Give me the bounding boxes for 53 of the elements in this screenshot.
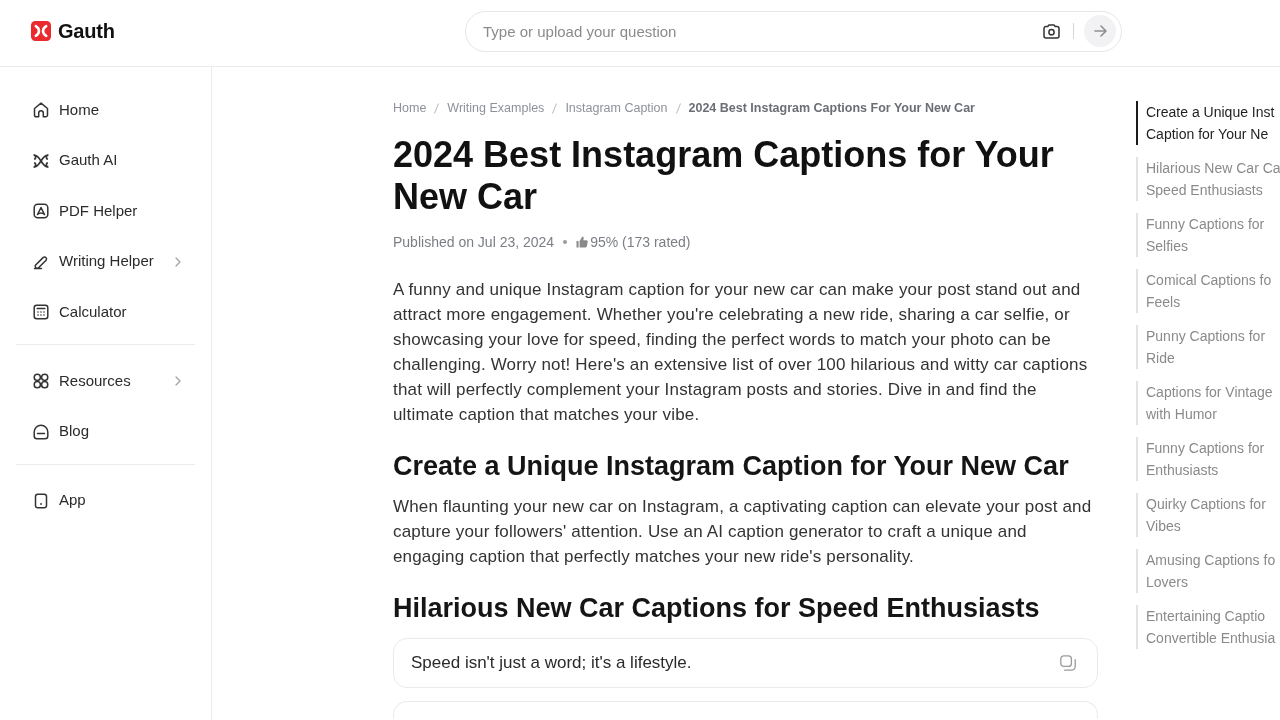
publish-date: Published on Jul 23, 2024 — [393, 232, 555, 252]
toc-link[interactable]: Create a Unique Inst Caption for Your Ne — [1136, 101, 1280, 145]
arrow-right-icon[interactable] — [1093, 25, 1107, 37]
search-field[interactable]: Type or upload your question — [465, 10, 1122, 52]
sidebar-item[interactable]: Home — [16, 90, 195, 130]
slash-icon — [675, 102, 681, 114]
chevron-right-icon[interactable] — [175, 256, 181, 267]
toc-link[interactable]: Punny Captions for Ride — [1136, 325, 1280, 369]
letter-a-icon — [33, 203, 49, 219]
pen-icon — [33, 253, 49, 270]
section-heading: Create a Unique Instagram Caption for Your New Car — [393, 450, 1070, 483]
x-shape-icon — [33, 152, 49, 169]
sidebar-item[interactable]: Blog — [16, 411, 195, 452]
toc-link[interactable]: Amusing Captions fo Lovers — [1136, 549, 1280, 593]
breadcrumb-link[interactable]: Home — [393, 98, 427, 118]
sidebar-item[interactable]: App — [16, 480, 195, 521]
toc-link[interactable]: Comical Captions fo Feels — [1136, 269, 1280, 313]
section-heading: Hilarious New Car Captions for Speed Enthusiasts — [393, 592, 1041, 625]
grid-icon — [33, 373, 49, 389]
breadcrumb-link[interactable]: Writing Examples — [447, 98, 545, 118]
rating-text: 95% (173 rated) — [590, 232, 691, 252]
search-input[interactable]: Type or upload your question — [483, 19, 1031, 43]
submit-button[interactable] — [1084, 15, 1116, 47]
brand-name[interactable]: Gauth — [58, 19, 115, 43]
intro-paragraph: A funny and unique Instagram caption for your new car can make your post stand out and attract more engagement. Whether you're celebrating a new ride, sharing a car selfie, or showcasing your love for speed, finding the perfect words to match your photo can be challenging. Worry not! Here's an extensive list of over 100 hilarious and witty car captions that will perfectly complement your Instagram posts and stories. Dive in and find the ultimate caption that matches your vibe. — [393, 279, 1089, 426]
slash-icon — [552, 102, 558, 114]
copy-icon[interactable] — [1060, 655, 1076, 671]
thumbs-up-icon — [576, 236, 589, 248]
camera-icon[interactable] — [1043, 23, 1060, 39]
slash-icon — [434, 102, 440, 114]
toc-link[interactable]: Funny Captions for Enthusiasts — [1136, 437, 1280, 481]
toc-link[interactable]: Hilarious New Car Ca Speed Enthusiasts — [1136, 157, 1280, 201]
breadcrumb-current: 2024 Best Instagram Captions For Your New Car — [688, 99, 975, 117]
chevron-right-icon[interactable] — [175, 376, 181, 386]
section-paragraph: When flaunting your new car on Instagram, a captivating caption can elevate your post and capture your followers' attention. Use an AI caption generator to craft a unique and engaging caption that perfectly matches your new ride's personality. — [393, 496, 1093, 568]
caption-text: Speed isn't just a word; it's a lifestyle. — [411, 652, 692, 675]
calculator-icon — [33, 304, 49, 320]
phone-icon — [33, 492, 49, 509]
bullet-dot-icon — [563, 240, 568, 244]
sidebar-item[interactable]: Resources — [16, 361, 195, 401]
page-title: 2024 Best Instagram Captions for Your New Car — [393, 134, 1055, 218]
note-icon — [33, 423, 49, 440]
sidebar-item[interactable]: Calculator — [16, 292, 195, 332]
toc-link[interactable]: Funny Captions for Selfies — [1136, 213, 1280, 257]
sidebar-item[interactable]: PDF Helper — [16, 191, 195, 231]
home-icon — [33, 102, 49, 118]
toc-link[interactable]: Quirky Captions for Vibes — [1136, 493, 1280, 537]
sidebar-item[interactable]: Writing Helper — [16, 241, 195, 282]
sidebar-item[interactable]: Gauth AI — [16, 140, 195, 181]
logo-icon[interactable] — [31, 21, 51, 41]
toc-link[interactable]: Entertaining Captio Convertible Enthusia — [1136, 605, 1280, 649]
breadcrumb-link[interactable]: Instagram Caption — [565, 98, 668, 118]
toc-link[interactable]: Captions for Vintage with Humor — [1136, 381, 1280, 425]
